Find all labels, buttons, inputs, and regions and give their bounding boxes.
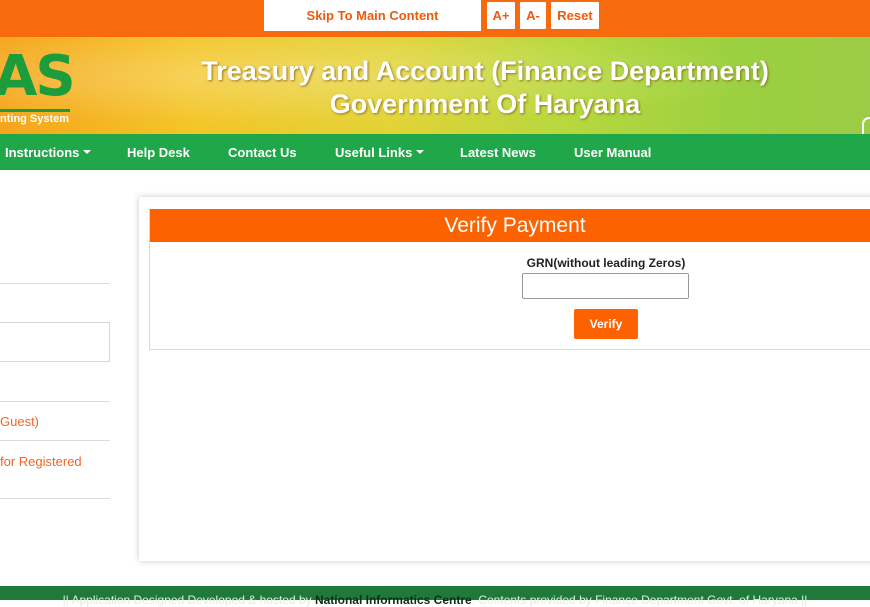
footer-nic-link[interactable]: National Informatics Centre: [315, 593, 472, 607]
caret-down-icon: [83, 150, 92, 154]
footer-suffix: , Contents provided by Finance Departmen…: [471, 593, 808, 607]
main-nav: Instructions Help Desk Contact Us Useful…: [0, 134, 870, 170]
nav-useful-links[interactable]: Useful Links: [335, 134, 425, 170]
nav-contact-us[interactable]: Contact Us: [228, 134, 297, 170]
verify-payment-heading: Verify Payment: [150, 209, 870, 242]
nav-latest-news[interactable]: Latest News: [460, 134, 536, 170]
nav-user-manual[interactable]: User Manual: [574, 134, 651, 170]
grn-label: GRN(without leading Zeros): [526, 256, 686, 270]
footer-prefix: || Application Designed Developed & host…: [62, 593, 315, 607]
sidebar-divider: [0, 401, 110, 402]
increase-font-button[interactable]: A+: [487, 2, 515, 29]
nav-instructions[interactable]: Instructions: [5, 134, 92, 170]
logo-subtitle: nting System: [0, 113, 70, 125]
nav-instructions-label: Instructions: [5, 144, 80, 160]
nav-latest-news-label: Latest News: [460, 144, 536, 160]
logo[interactable]: AS: [0, 49, 76, 105]
sidebar-divider: [0, 440, 110, 441]
site-title-line2: Government Of Haryana: [329, 89, 641, 119]
nav-help-desk[interactable]: Help Desk: [127, 134, 190, 170]
site-title: Treasury and Account (Finance Department…: [175, 55, 795, 121]
sidebar-input-box[interactable]: [0, 322, 110, 362]
caret-down-icon: [416, 150, 425, 154]
sidebar-link-registered[interactable]: for Registered: [0, 454, 82, 469]
skip-to-main-content-link[interactable]: Skip To Main Content: [264, 0, 481, 31]
sidebar-link-guest[interactable]: Guest): [0, 414, 39, 429]
header-banner: AS nting System Treasury and Account (Fi…: [0, 37, 870, 134]
sidebar-divider: [0, 498, 110, 499]
nav-help-desk-label: Help Desk: [127, 144, 190, 160]
site-title-line1: Treasury and Account (Finance Department…: [201, 56, 769, 86]
accessibility-bar: Skip To Main Content A+ A- Reset: [0, 0, 870, 37]
decrease-font-button[interactable]: A-: [520, 2, 546, 29]
nav-contact-us-label: Contact Us: [228, 144, 297, 160]
sidebar-divider: [0, 283, 110, 284]
nav-useful-links-label: Useful Links: [335, 144, 413, 160]
verify-button[interactable]: Verify: [574, 309, 638, 339]
nav-user-manual-label: User Manual: [574, 144, 652, 160]
footer-text: || Application Designed Developed & host…: [0, 593, 870, 607]
reset-font-button[interactable]: Reset: [551, 2, 599, 29]
grn-input[interactable]: [522, 273, 689, 299]
logo-underline: [0, 109, 70, 112]
state-emblem-icon: [862, 117, 870, 134]
